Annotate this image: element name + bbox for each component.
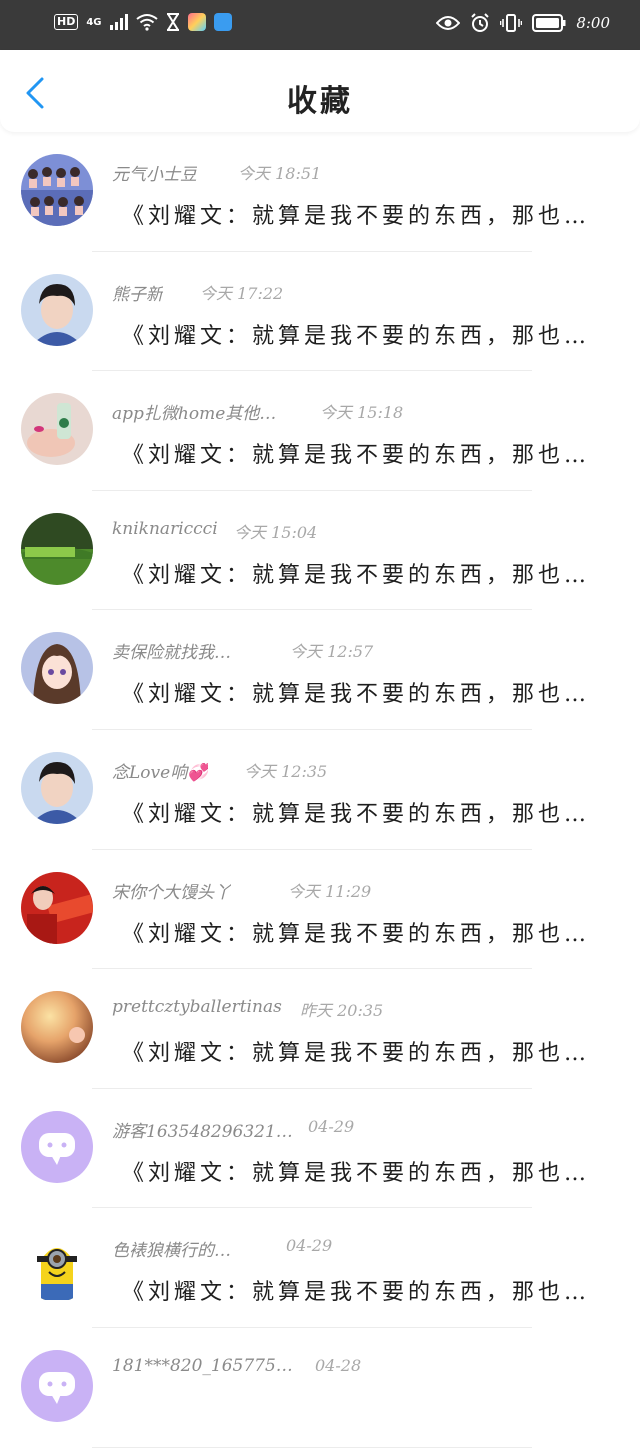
favorite-item[interactable]: 念Love响💞 今天 12:35 《刘耀文：就算是我不要的东西，那也… (0, 730, 640, 850)
avatar[interactable] (21, 393, 93, 466)
favorite-item[interactable]: 熊子新 今天 17:22 《刘耀文：就算是我不要的东西，那也… (0, 252, 640, 372)
sender-name: 宋你个大馒头丫 (112, 882, 231, 903)
avatar[interactable] (21, 991, 93, 1064)
sender-name: 熊子新 (112, 284, 163, 305)
favorite-item[interactable]: 色裱狼横行的… 04-29 《刘耀文：就算是我不要的东西，那也… (0, 1208, 640, 1328)
message-preview: 《刘耀文：就算是我不要的东西，那也… (122, 562, 591, 588)
avatar[interactable] (21, 512, 93, 585)
avatar[interactable] (21, 1349, 93, 1422)
favorite-item[interactable]: 卖保险就找我… 今天 12:57 《刘耀文：就算是我不要的东西，那也… (0, 610, 640, 730)
vibrate-icon (500, 14, 523, 32)
sender-name: 卖保险就找我… (112, 643, 231, 664)
message-preview: 《刘耀文：就算是我不要的东西，那也… (122, 204, 591, 229)
favorite-item[interactable]: kniknariccci 今天 15:04 《刘耀文：就算是我不要的东西，那也… (0, 491, 640, 611)
message-preview: 《刘耀文：就算是我不要的东西，那也… (122, 1160, 591, 1186)
sender-name: 念Love响💞 (112, 762, 209, 783)
avatar[interactable] (21, 632, 93, 705)
favorite-item[interactable]: 宋你个大馒头丫 今天 11:29 《刘耀文：就算是我不要的东西，那也… (0, 850, 640, 970)
message-preview: 《刘耀文：就算是我不要的东西，那也… (122, 682, 591, 708)
avatar[interactable] (21, 871, 93, 944)
message-preview: 《刘耀文：就算是我不要的东西，那也… (122, 443, 591, 469)
network-type: 4G (86, 16, 102, 28)
timestamp: 今天 18:51 (238, 164, 322, 183)
favorite-item[interactable]: 181***820_1657755937 04-28 (0, 1328, 640, 1448)
sender-name: 元气小士豆 (112, 165, 197, 185)
timestamp: 今天 17:22 (200, 283, 284, 303)
status-bar: HD 4G 8:00 (0, 0, 640, 50)
message-preview: 《刘耀文：就算是我不要的东西，那也… (122, 1280, 591, 1306)
timestamp: 今天 15:18 (320, 403, 404, 423)
message-preview: 《刘耀文：就算是我不要的东西，那也… (122, 323, 591, 349)
page-title: 收藏 (287, 84, 353, 119)
signal-icon (109, 14, 128, 30)
clock: 8:00 (576, 14, 610, 32)
sender-name: 色裱狼横行的… (112, 1241, 231, 1262)
timestamp: 今天 12:57 (290, 642, 374, 662)
sender-name: 游客163548296321… (112, 1121, 293, 1142)
sender-name: 181***820_1657755937 (112, 1355, 302, 1376)
timestamp: 04-29 (308, 1116, 355, 1136)
favorite-item[interactable]: 元气小士豆 今天 18:51 《刘耀文：就算是我不要的东西，那也… (0, 132, 640, 252)
sender-name: prettcztyballertinas (112, 997, 282, 1018)
favorite-item[interactable]: prettcztyballertinas 昨天 20:35 《刘耀文：就算是我不要的… (0, 969, 640, 1089)
avatar[interactable] (21, 273, 93, 346)
hd-badge: HD (54, 14, 79, 30)
status-left: HD 4G (54, 13, 232, 31)
favorites-list: 元气小士豆 今天 18:51 《刘耀文：就算是我不要的东西，那也… 熊子新 今天 17:… (0, 132, 640, 1448)
book-app-icon (213, 13, 232, 31)
favorite-item[interactable]: app扎微home其他… 今天 15:18 《刘耀文：就算是我不要的东西，那也… (0, 371, 640, 491)
favorite-item[interactable]: 游客163548296321… 04-29 《刘耀文：就算是我不要的东西，那也… (0, 1089, 640, 1209)
message-preview: 《刘耀文：就算是我不要的东西，那也… (122, 801, 591, 827)
status-right: 8:00 (436, 13, 610, 33)
battery-icon (532, 14, 566, 32)
sender-name: app扎微home其他… (112, 404, 277, 425)
avatar[interactable] (21, 751, 93, 824)
timestamp: 今天 12:35 (244, 761, 328, 781)
timestamp: 昨天 20:35 (300, 1001, 384, 1021)
avatar[interactable] (21, 154, 93, 226)
eye-icon (436, 16, 461, 30)
avatar[interactable] (21, 1110, 93, 1183)
timestamp: 今天 15:04 (234, 522, 318, 542)
sender-name: kniknariccci (112, 518, 218, 539)
timestamp: 今天 11:29 (288, 881, 372, 901)
hourglass-icon (166, 13, 179, 31)
title-bar: 收藏 (0, 50, 640, 132)
avatar[interactable] (21, 1230, 93, 1303)
wifi-icon (135, 14, 158, 31)
app-notification-icon (187, 13, 206, 31)
timestamp: 04-28 (315, 1355, 362, 1375)
message-preview: 《刘耀文：就算是我不要的东西，那也… (122, 921, 591, 947)
alarm-icon (471, 13, 490, 32)
divider (92, 1446, 532, 1448)
message-preview: 《刘耀文：就算是我不要的东西，那也… (122, 1041, 591, 1067)
timestamp: 04-29 (286, 1236, 333, 1256)
